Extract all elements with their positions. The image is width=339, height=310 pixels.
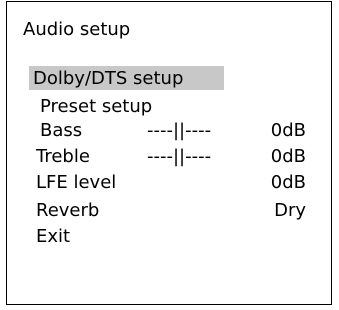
menu-item-exit[interactable]: Exit <box>36 226 70 248</box>
lfe-level-value: 0dB <box>270 172 306 193</box>
reverb-value: Dry <box>274 200 306 221</box>
menu-item-bass[interactable]: Bass <box>40 120 82 142</box>
bass-level-bar: ----||---- <box>147 120 212 141</box>
treble-value: 0dB <box>270 146 306 167</box>
menu-item-treble[interactable]: Treble <box>36 146 90 168</box>
menu-item-reverb[interactable]: Reverb <box>36 200 99 222</box>
bass-value: 0dB <box>270 120 306 141</box>
menu-item-preset-setup[interactable]: Preset setup <box>40 96 152 118</box>
menu-item-lfe-level[interactable]: LFE level <box>36 172 116 194</box>
treble-level-bar: ----||---- <box>147 146 212 167</box>
menu-title: Audio setup <box>23 19 131 40</box>
menu-item-dolby-dts-setup[interactable]: Dolby/DTS setup <box>33 68 183 90</box>
